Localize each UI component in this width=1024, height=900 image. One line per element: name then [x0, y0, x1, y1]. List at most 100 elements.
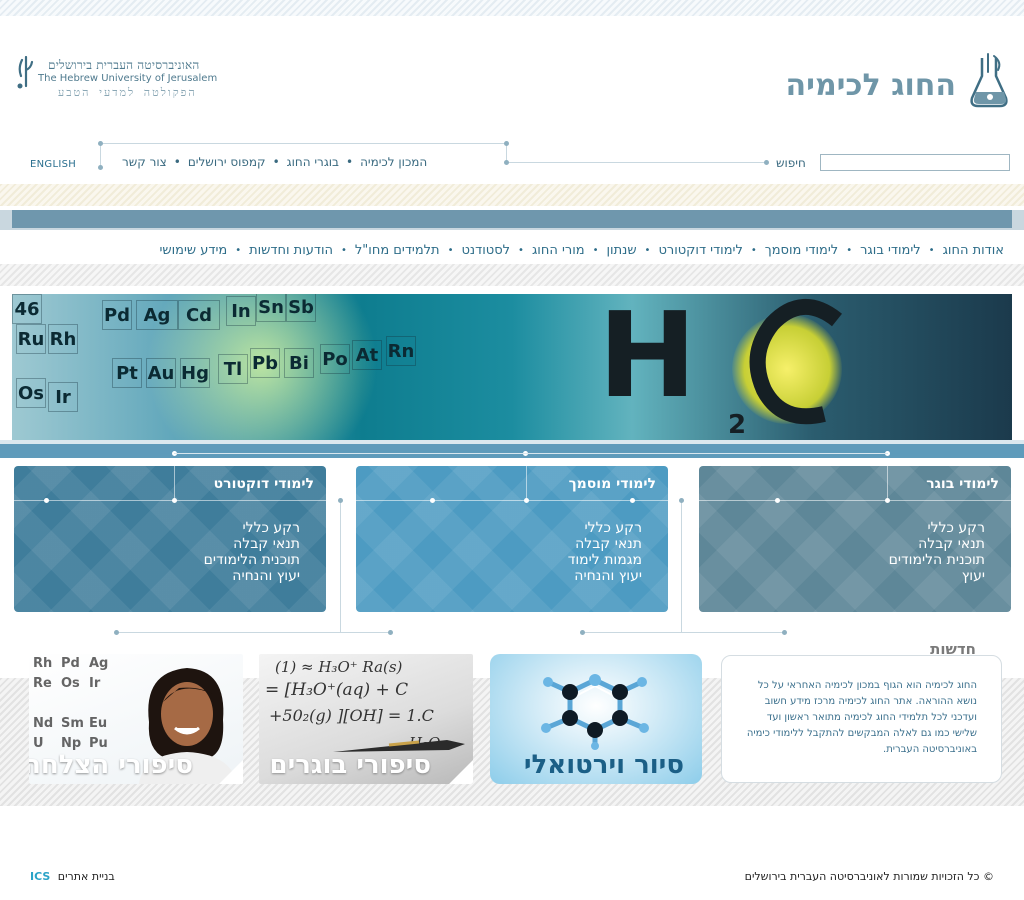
virtual-tour-promo[interactable]: סיור וירטואלי — [490, 654, 702, 784]
banner-formula-h: H — [598, 294, 697, 424]
phd-link-admission[interactable]: תנאי קבלה — [204, 536, 300, 552]
element-cell: Pd — [102, 300, 132, 330]
success-stories-label[interactable]: סיפורי הצלחה — [29, 750, 193, 780]
alumni-stories-promo[interactable]: (1) ≈ H₃O⁺ Ra(s) = [H₃O⁺(aq) + C +50₂(g)… — [259, 654, 473, 784]
nav-item-faculty[interactable]: מורי החוג — [532, 243, 585, 258]
frame-dot — [338, 498, 343, 503]
frame-dot — [504, 160, 509, 165]
ba-box-title[interactable]: לימודי בוגר — [926, 476, 999, 492]
footer-credit[interactable]: בניית אתרים ICS — [30, 870, 115, 883]
nav-separator: • — [750, 244, 757, 256]
box-divider — [526, 466, 527, 500]
phd-box-title[interactable]: לימודי דוקטורט — [214, 476, 314, 492]
page-fold — [449, 760, 473, 784]
nav-separator: • — [345, 155, 354, 169]
element-cell: Bi — [284, 348, 314, 378]
alumni-stories-label[interactable]: סיפורי בוגרים — [269, 750, 431, 780]
ma-link-advising[interactable]: יעוץ והנחיה — [568, 568, 642, 584]
ma-link-admission[interactable]: תנאי קבלה — [568, 536, 642, 552]
frame-dot — [782, 630, 787, 635]
phd-link-background[interactable]: רקע כללי — [204, 520, 301, 536]
element-symbol: Ag — [89, 656, 109, 671]
nav-item-ba[interactable]: לימודי בוגר — [860, 243, 921, 258]
element-cell: Rn — [386, 336, 416, 366]
english-language-link[interactable]: ENGLISH — [30, 159, 76, 170]
ma-studies-box[interactable]: לימודי מוסמך רקע כללי תנאי קבלה מגמות לי… — [356, 466, 668, 612]
util-link-alumni[interactable]: בוגרי החוג — [287, 155, 339, 169]
ics-logo[interactable]: ICS — [30, 870, 50, 883]
frame-dot — [98, 141, 103, 146]
box-divider — [699, 500, 1011, 501]
molecule-icon — [541, 674, 649, 750]
nav-separator: • — [928, 244, 935, 256]
box-divider — [356, 500, 668, 501]
success-stories-promo[interactable]: Rh Pd Ag Re Os Ir Nd Sm Eu U Np Pu סיפור… — [29, 654, 243, 784]
nav-item-overseas[interactable]: תלמידים מחו"ל — [355, 243, 440, 258]
util-link-campus[interactable]: קמפוס ירושלים — [188, 155, 266, 169]
virtual-tour-label[interactable]: סיור וירטואלי — [524, 750, 684, 780]
element-cell: Pt — [112, 358, 142, 388]
element-cell: Sn — [256, 294, 286, 322]
cream-band — [0, 184, 1024, 206]
element-symbol: Pu — [89, 736, 108, 751]
main-nav: אודות החוג • לימודי בוגר • לימודי מוסמך … — [0, 236, 1024, 264]
nav-separator: • — [846, 244, 853, 256]
nav-item-students[interactable]: לסטודנט — [462, 243, 511, 258]
util-link-institute[interactable]: המכון לכימיה — [360, 155, 427, 169]
nav-item-news[interactable]: הודעות וחדשות — [249, 243, 333, 258]
nav-item-about[interactable]: אודות החוג — [943, 243, 1004, 258]
site-title[interactable]: החוג לכימיה — [786, 68, 957, 103]
ma-link-background[interactable]: רקע כללי — [568, 520, 643, 536]
nav-separator: • — [173, 155, 181, 169]
phd-studies-box[interactable]: לימודי דוקטורט רקע כללי תנאי קבלה תוכנית… — [14, 466, 326, 612]
phd-link-curriculum[interactable]: תוכנית הלימודים — [204, 552, 300, 568]
ma-box-title[interactable]: לימודי מוסמך — [569, 476, 656, 492]
handwriting-line: = [H₃O⁺(aq) + C — [265, 680, 409, 700]
ba-studies-box[interactable]: לימודי בוגר רקע כללי תנאי קבלה תוכנית הל… — [699, 466, 1011, 612]
university-logo[interactable]: האוניברסיטה העברית בירושלים The Hebrew U… — [14, 54, 218, 104]
box-dot — [524, 498, 529, 503]
utility-divider-line — [506, 162, 766, 163]
nav-separator: • — [518, 244, 524, 256]
utility-frame-line — [100, 143, 506, 144]
search-input[interactable] — [820, 154, 1010, 171]
box-dot — [172, 498, 177, 503]
footer-credit-text[interactable]: בניית אתרים — [58, 870, 115, 883]
element-cell: Ir — [48, 382, 78, 412]
grey-band — [0, 264, 1024, 286]
frame-dot — [388, 630, 393, 635]
element-cell: In — [226, 296, 256, 326]
util-link-contact[interactable]: צור קשר — [122, 155, 167, 169]
ba-link-background[interactable]: רקע כללי — [889, 520, 986, 536]
faculty-name: הפקולטה למדעי הטבע — [58, 86, 197, 99]
ba-link-curriculum[interactable]: תוכנית הלימודים — [889, 552, 985, 568]
ba-link-admission[interactable]: תנאי קבלה — [889, 536, 985, 552]
nav-item-yearbook[interactable]: שנתון — [606, 243, 636, 258]
search-label: חיפוש — [776, 156, 806, 170]
nav-item-ma[interactable]: לימודי מוסמך — [765, 243, 838, 258]
element-symbol: Nd — [33, 716, 54, 731]
nav-item-useful-info[interactable]: מידע שימושי — [159, 243, 227, 258]
university-emblem-icon — [17, 56, 34, 89]
nav-separator: • — [592, 244, 599, 256]
ba-link-advising[interactable]: יעוץ — [889, 568, 985, 584]
phd-link-advising[interactable]: יעוץ והנחיה — [204, 568, 300, 584]
ma-link-tracks[interactable]: מגמות לימוד — [568, 552, 642, 568]
element-cell: Cd — [178, 300, 220, 330]
element-symbol: Rh — [33, 656, 53, 671]
ba-links: רקע כללי תנאי קבלה תוכנית הלימודים יעוץ — [889, 520, 985, 584]
connector-line — [340, 500, 341, 632]
nav-separator: • — [341, 244, 347, 256]
element-cell: Os — [16, 378, 46, 408]
box-dot — [775, 498, 780, 503]
university-name-en: The Hebrew University of Jerusalem — [38, 73, 218, 84]
hero-banner: 46 Pd Ag Cd In Sn Sb Ru Rh Pt Au Hg Tl P… — [12, 294, 1012, 440]
frame-dot — [679, 498, 684, 503]
frame-dot — [114, 630, 119, 635]
box-divider — [887, 466, 888, 500]
ma-links: רקע כללי תנאי קבלה מגמות לימוד יעוץ והנח… — [568, 520, 642, 584]
chemistry-flask-logo-icon[interactable] — [968, 52, 1012, 112]
element-symbol: Ir — [89, 676, 101, 691]
nav-item-phd[interactable]: לימודי דוקטורט — [658, 243, 742, 258]
news-box: החוג לכימיה הוא הגוף במכון לכימיה האחראי… — [721, 655, 1002, 783]
